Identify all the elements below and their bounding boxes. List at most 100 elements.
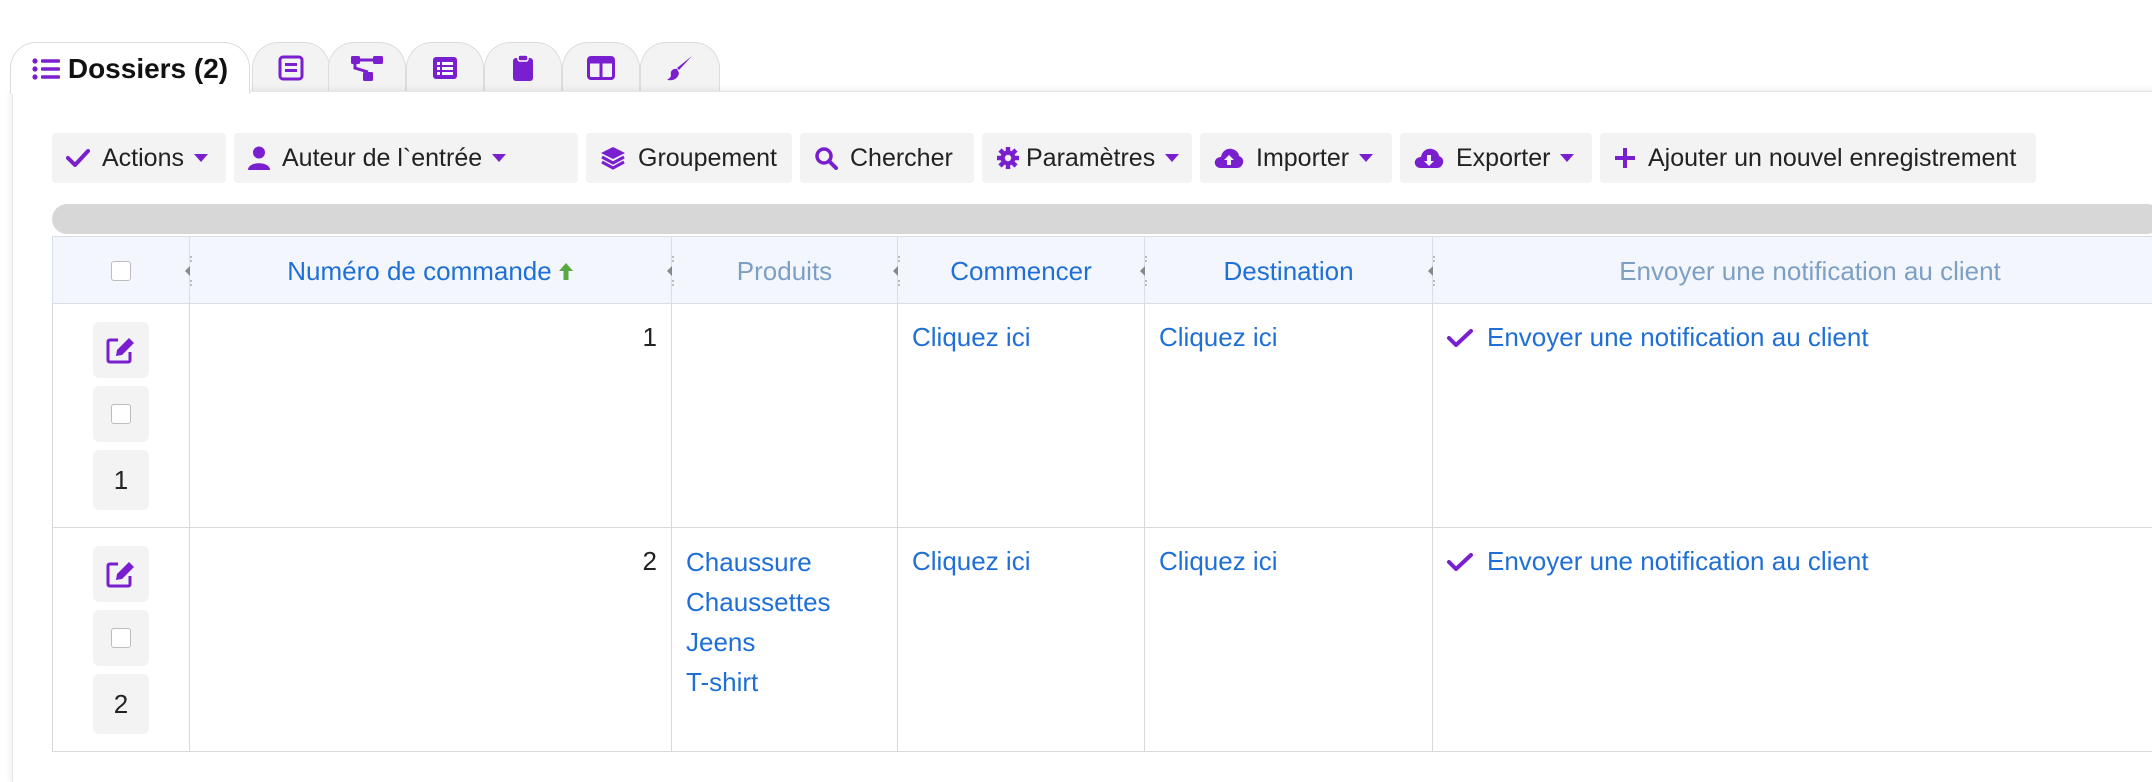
column-header-start[interactable]: Commencer bbox=[898, 237, 1147, 305]
product-link[interactable]: Chaussettes bbox=[686, 582, 831, 622]
destination-cell: Cliquez ici bbox=[1145, 304, 1433, 527]
caret-down-icon bbox=[1165, 153, 1180, 163]
columns-icon bbox=[587, 55, 615, 80]
table-header: Numéro de commande Produits Commencer De… bbox=[52, 236, 2152, 305]
grouping-button[interactable]: Groupement bbox=[586, 133, 792, 183]
search-label: Chercher bbox=[850, 143, 953, 172]
caret-down-icon bbox=[193, 153, 208, 163]
product-list: Chaussure Chaussettes Jeens T-shirt bbox=[686, 542, 831, 702]
user-icon bbox=[248, 146, 270, 170]
caret-down-icon bbox=[1359, 153, 1374, 163]
grouping-label: Groupement bbox=[638, 143, 777, 172]
start-link[interactable]: Cliquez ici bbox=[912, 322, 1031, 353]
tab-sitemap[interactable] bbox=[328, 42, 406, 92]
list-icon bbox=[32, 57, 60, 81]
product-link[interactable]: T-shirt bbox=[686, 662, 831, 702]
order-number-value: 1 bbox=[642, 322, 657, 352]
edit-button[interactable] bbox=[93, 546, 149, 602]
actions-label: Actions bbox=[102, 143, 184, 172]
check-icon bbox=[66, 148, 90, 168]
add-record-label: Ajouter un nouvel enregistrement bbox=[1648, 143, 2017, 172]
settings-label: Paramètres bbox=[1026, 143, 1156, 172]
import-label: Importer bbox=[1256, 143, 1350, 172]
brush-icon bbox=[666, 54, 694, 82]
search-icon bbox=[814, 146, 838, 170]
tab-columns[interactable] bbox=[562, 42, 640, 92]
export-label: Exporter bbox=[1456, 143, 1551, 172]
clipboard-icon bbox=[512, 53, 534, 82]
column-header-order-number[interactable]: Numéro de commande bbox=[190, 237, 674, 305]
add-record-button[interactable]: Ajouter un nouvel enregistrement bbox=[1600, 133, 2036, 183]
caret-down-icon bbox=[492, 153, 507, 163]
row-select-cell bbox=[93, 386, 149, 442]
destination-link[interactable]: Cliquez ici bbox=[1159, 322, 1278, 353]
notify-cell: Envoyer une notification au client bbox=[1433, 304, 2152, 527]
notify-client-label: Envoyer une notification au client bbox=[1487, 546, 1869, 576]
column-header-products: Produits bbox=[672, 237, 900, 305]
check-icon bbox=[1447, 328, 1473, 348]
start-link[interactable]: Cliquez ici bbox=[912, 546, 1031, 577]
gear-icon bbox=[996, 146, 1020, 170]
start-cell: Cliquez ici bbox=[898, 304, 1145, 527]
row-index-label: 2 bbox=[113, 688, 129, 719]
export-button[interactable]: Exporter bbox=[1400, 133, 1592, 183]
notify-client-link[interactable]: Envoyer une notification au client bbox=[1447, 546, 1869, 577]
tab-brush[interactable] bbox=[640, 42, 720, 92]
edit-icon bbox=[106, 336, 136, 364]
tab-form[interactable] bbox=[252, 42, 330, 92]
row-select-checkbox[interactable] bbox=[111, 404, 131, 424]
row-index: 1 bbox=[93, 450, 149, 510]
row-select-checkbox[interactable] bbox=[111, 628, 131, 648]
product-link[interactable]: Chaussure bbox=[686, 542, 831, 582]
cloud-download-icon bbox=[1414, 147, 1444, 169]
table-row: 2 2 Chaussure Chaussettes Jeens T-shirt … bbox=[52, 528, 2152, 752]
start-cell: Cliquez ici bbox=[898, 528, 1145, 751]
edit-icon bbox=[106, 560, 136, 588]
column-header-label: Envoyer une notification au client bbox=[1619, 255, 2001, 286]
form-icon bbox=[278, 55, 304, 81]
order-number-cell: 2 bbox=[190, 528, 672, 751]
destination-cell: Cliquez ici bbox=[1145, 528, 1433, 751]
column-header-notify: Envoyer une notification au client bbox=[1433, 237, 2152, 305]
caret-down-icon bbox=[1560, 153, 1575, 163]
notify-client-label: Envoyer une notification au client bbox=[1487, 322, 1869, 352]
tab-clipboard[interactable] bbox=[484, 42, 562, 92]
layers-icon bbox=[600, 146, 626, 170]
row-index: 2 bbox=[93, 674, 149, 734]
select-all-cell bbox=[53, 237, 192, 305]
settings-button[interactable]: Paramètres bbox=[982, 133, 1192, 183]
list-alt-icon bbox=[432, 56, 458, 80]
tab-dossiers-label: Dossiers (2) bbox=[67, 52, 229, 84]
horizontal-scrollbar[interactable] bbox=[52, 204, 2152, 234]
row-controls: 1 bbox=[53, 304, 190, 527]
column-header-label: Destination bbox=[1223, 255, 1354, 286]
table-row: 1 1 Cliquez ici Cliquez ici Envoyer une … bbox=[52, 304, 2152, 528]
column-header-destination[interactable]: Destination bbox=[1145, 237, 1435, 305]
notify-client-link[interactable]: Envoyer une notification au client bbox=[1447, 322, 1869, 353]
destination-link[interactable]: Cliquez ici bbox=[1159, 546, 1278, 577]
column-header-label: Commencer bbox=[950, 255, 1092, 286]
row-select-cell bbox=[93, 610, 149, 666]
order-number-cell: 1 bbox=[190, 304, 672, 527]
actions-button[interactable]: Actions bbox=[52, 133, 226, 183]
notify-cell: Envoyer une notification au client bbox=[1433, 528, 2152, 751]
sort-ascending-icon bbox=[558, 261, 574, 281]
row-controls: 2 bbox=[53, 528, 190, 751]
product-link[interactable]: Jeens bbox=[686, 622, 831, 662]
import-button[interactable]: Importer bbox=[1200, 133, 1392, 183]
check-icon bbox=[1447, 552, 1473, 572]
tab-dossiers[interactable]: Dossiers (2) bbox=[10, 42, 250, 94]
author-button[interactable]: Auteur de l`entrée bbox=[234, 133, 578, 183]
author-label: Auteur de l`entrée bbox=[282, 143, 483, 172]
sitemap-icon bbox=[350, 54, 384, 82]
select-all-checkbox[interactable] bbox=[111, 261, 131, 281]
column-header-label: Produits bbox=[736, 255, 833, 286]
tab-list-alt[interactable] bbox=[406, 42, 484, 92]
products-cell: Chaussure Chaussettes Jeens T-shirt bbox=[672, 528, 898, 751]
records-table: Numéro de commande Produits Commencer De… bbox=[52, 236, 2152, 756]
edit-button[interactable] bbox=[93, 322, 149, 378]
products-cell bbox=[672, 304, 898, 527]
search-button[interactable]: Chercher bbox=[800, 133, 974, 183]
column-header-label: Numéro de commande bbox=[287, 255, 552, 286]
plus-icon bbox=[1614, 147, 1636, 169]
